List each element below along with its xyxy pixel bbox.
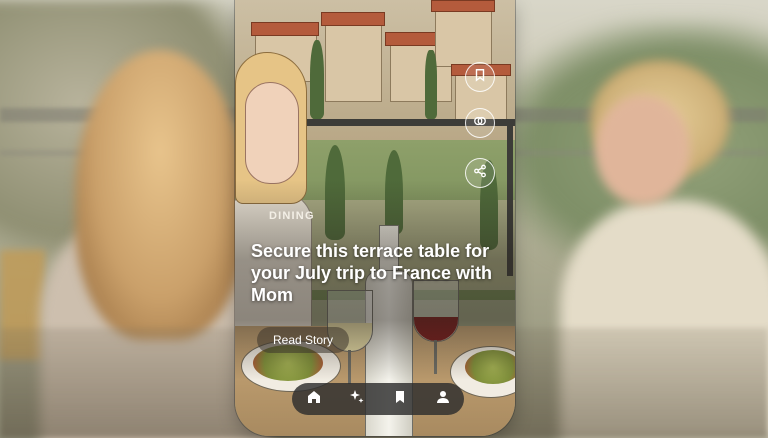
bottom-nav [292,383,464,415]
home-icon [306,389,322,410]
nav-saved[interactable] [385,384,415,414]
save-icon [473,68,487,87]
profile-icon [435,389,451,410]
nav-home[interactable] [299,384,329,414]
nav-profile[interactable] [428,384,458,414]
bookmark-icon [392,389,408,410]
remix-icon [473,114,487,133]
story-card[interactable]: DINING Secure this terrace table for you… [235,0,515,436]
share-button[interactable] [465,158,495,188]
read-story-button[interactable]: Read Story [257,327,349,353]
save-button[interactable] [465,62,495,92]
remix-button[interactable] [465,108,495,138]
sparkle-icon [349,389,365,410]
nav-discover[interactable] [342,384,372,414]
story-headline: Secure this terrace table for your July … [251,241,493,305]
story-category: DINING [269,210,315,222]
share-icon [473,164,487,183]
